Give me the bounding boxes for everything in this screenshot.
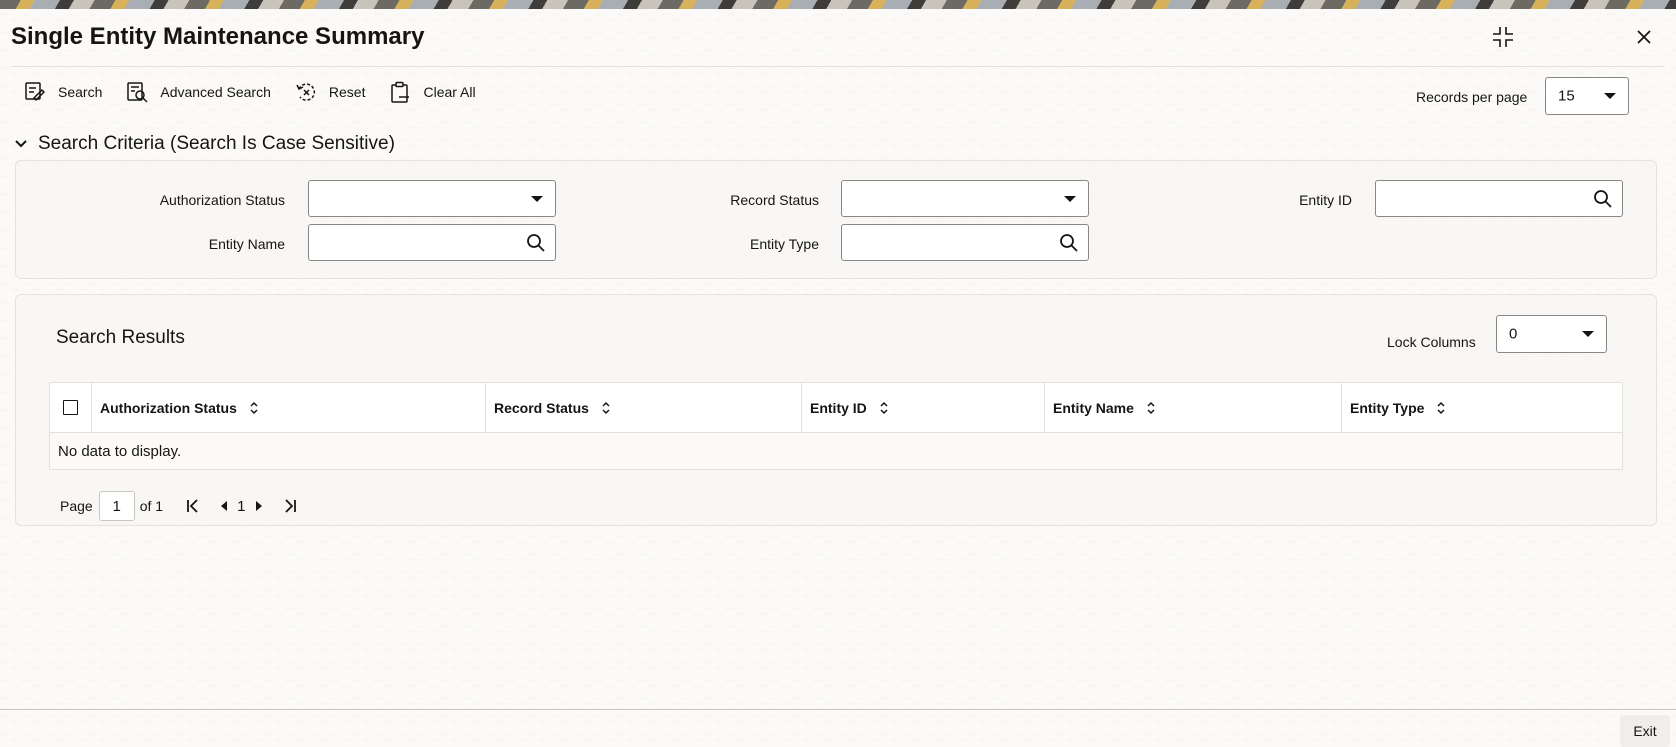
column-record-status[interactable]: Record Status [486,383,802,432]
page-number-input[interactable]: 1 [98,491,135,521]
search-results-title: Search Results [56,327,185,348]
next-page-icon[interactable] [254,500,264,512]
select-all-cell [50,383,92,432]
advanced-search-label: Advanced Search [160,84,271,100]
reset-button[interactable]: Reset [295,81,366,103]
close-icon[interactable] [1630,23,1658,51]
column-label: Entity ID [810,399,867,416]
search-icon[interactable] [1059,233,1079,253]
column-entity-type[interactable]: Entity Type [1342,383,1622,432]
top-decor-strip [0,0,1676,9]
chevron-down-icon [1582,331,1594,337]
reset-label: Reset [328,84,366,100]
entity-name-input[interactable] [308,224,556,261]
column-label: Authorization Status [100,399,237,416]
search-icon[interactable] [526,233,546,253]
records-per-page-value: 15 [1558,87,1575,105]
clipboard-icon [391,81,410,103]
advanced-search-icon [127,82,148,103]
first-page-icon[interactable] [185,499,201,513]
entity-type-input[interactable] [841,224,1089,261]
sort-icon[interactable] [1146,401,1156,415]
table-header-row: Authorization Status Record Status Entit… [50,383,1622,433]
column-authorization-status[interactable]: Authorization Status [92,383,486,432]
sort-icon[interactable] [879,401,889,415]
advanced-search-button[interactable]: Advanced Search [126,81,271,103]
clear-all-button[interactable]: Clear All [389,81,476,103]
search-criteria-header: Search Criteria (Search Is Case Sensitiv… [38,133,395,154]
current-page-number: 1 [237,497,246,515]
select-all-checkbox[interactable] [63,400,78,415]
chevron-down-icon [1604,93,1616,99]
sort-icon[interactable] [249,401,259,415]
chevron-down-icon [1064,195,1076,202]
clear-all-label: Clear All [423,84,476,100]
column-entity-id[interactable]: Entity ID [802,383,1045,432]
search-criteria-panel [15,160,1657,279]
record-status-select[interactable] [841,180,1089,217]
column-label: Entity Type [1350,399,1425,416]
empty-message: No data to display. [50,433,1622,469]
summary-window: Single Entity Maintenance Summary Search… [0,9,1676,747]
sort-icon[interactable] [1436,401,1446,415]
entity-id-input[interactable] [1375,180,1623,217]
previous-page-icon[interactable] [219,500,229,512]
lock-columns-label: Lock Columns [1387,334,1476,350]
toolbar: Search Advanced Search Reset Clear All [24,77,500,107]
collapse-icon[interactable] [1489,23,1517,51]
authorization-status-select[interactable] [308,180,556,217]
reset-icon [296,83,315,101]
entity-type-label: Entity Type [749,236,819,252]
exit-button[interactable]: Exit [1620,715,1670,747]
search-label: Search [58,84,103,100]
footer-divider [0,709,1676,710]
column-entity-name[interactable]: Entity Name [1045,383,1342,432]
page-title: Single Entity Maintenance Summary [11,23,425,50]
record-status-label: Record Status [730,192,819,208]
lock-columns-value: 0 [1509,325,1518,343]
sort-icon[interactable] [601,401,611,415]
search-criteria-toggle[interactable]: Search Criteria (Search Is Case Sensitiv… [14,133,395,155]
entity-id-label: Entity ID [1299,192,1352,208]
chevron-down-icon [531,195,543,202]
search-icon[interactable] [1593,189,1613,209]
title-divider [11,66,1665,67]
page-label: Page [60,498,93,514]
search-button[interactable]: Search [24,81,102,103]
page-count-label: of 1 [139,498,164,514]
last-page-icon[interactable] [282,499,298,513]
chevron-down-icon [15,140,27,148]
records-per-page-label: Records per page [1416,89,1528,105]
authorization-status-label: Authorization Status [159,192,285,208]
column-label: Entity Name [1053,399,1134,416]
entity-name-label: Entity Name [208,236,285,252]
results-table: Authorization Status Record Status Entit… [49,382,1623,470]
search-form-icon [25,82,46,102]
lock-columns-select[interactable]: 0 [1496,315,1607,353]
column-label: Record Status [494,399,589,416]
records-per-page-select[interactable]: 15 [1545,77,1629,115]
pagination: Page 1 of 1 1 [60,491,298,521]
